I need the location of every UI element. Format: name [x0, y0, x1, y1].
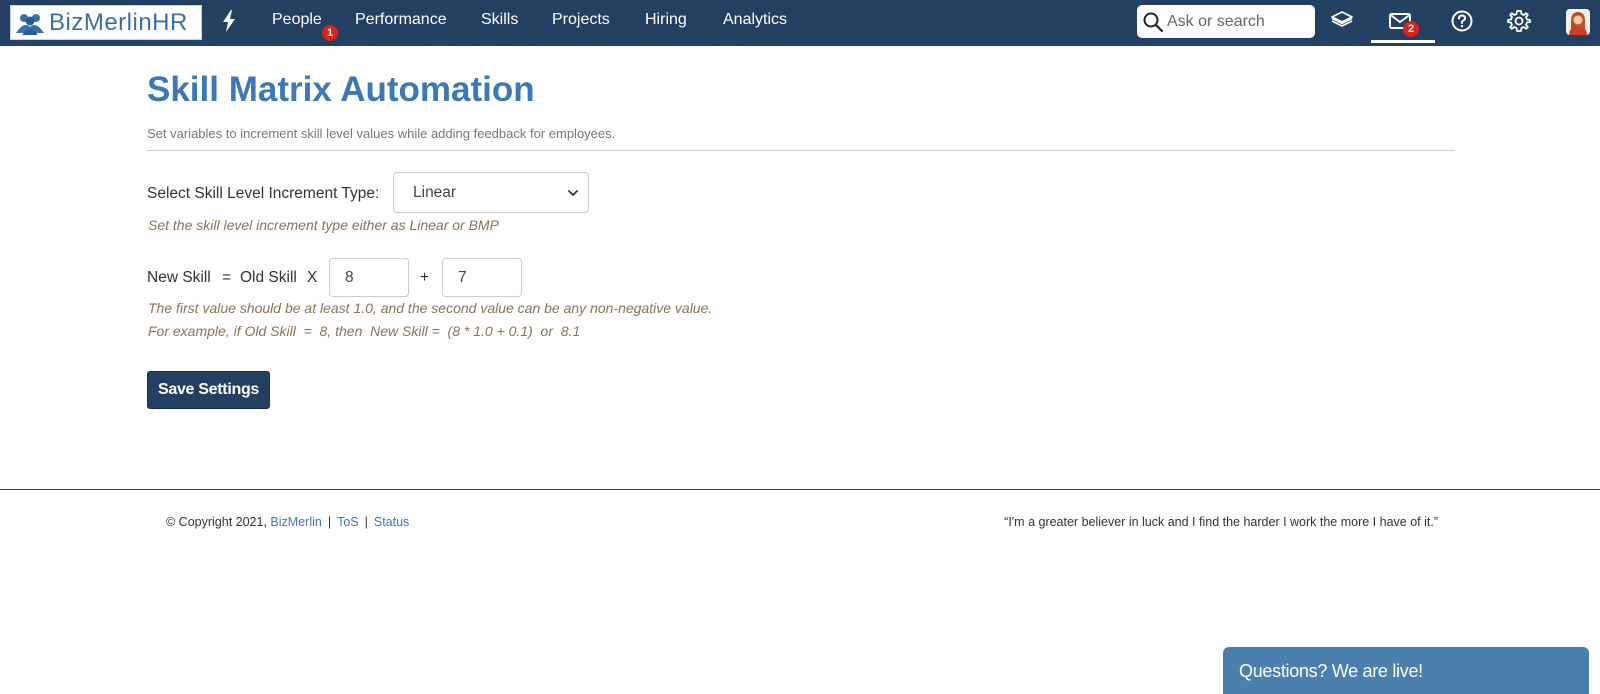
formula-help-line-1: The first value should be at least 1.0, … — [148, 300, 713, 316]
live-chat-widget[interactable]: Questions? We are live! — [1223, 647, 1589, 694]
formula-equals: = — [222, 269, 232, 286]
gear-icon[interactable] — [1507, 9, 1531, 33]
chevron-down-icon — [568, 190, 578, 196]
multiplier-input[interactable] — [329, 258, 409, 297]
footer-quote: “I'm a greater believer in luck and I fi… — [1004, 515, 1438, 529]
help-icon[interactable] — [1450, 9, 1474, 33]
save-settings-button[interactable]: Save Settings — [147, 371, 270, 409]
formula-new-skill: New Skill — [147, 269, 211, 286]
formula-plus: + — [420, 269, 430, 286]
nav-people[interactable]: People — [272, 11, 322, 29]
bolt-icon[interactable] — [219, 9, 239, 33]
nav-hiring[interactable]: Hiring — [645, 11, 687, 29]
top-navbar: BizMerlinHR People 1 Performance Skills … — [0, 0, 1600, 46]
layers-icon[interactable] — [1330, 9, 1354, 33]
people-badge: 1 — [322, 25, 338, 41]
nav-analytics[interactable]: Analytics — [723, 11, 787, 29]
divider — [147, 150, 1455, 151]
tos-link[interactable]: ToS — [337, 515, 359, 529]
page-subtitle: Set variables to increment skill level v… — [147, 126, 616, 141]
mail-active-indicator — [1371, 40, 1435, 43]
increment-type-label: Select Skill Level Increment Type: — [147, 185, 380, 202]
nav-performance[interactable]: Performance — [355, 11, 447, 29]
formula-help-line-2: For example, if Old Skill = 8, then New … — [148, 323, 581, 339]
increment-type-help: Set the skill level increment type eithe… — [148, 217, 499, 233]
status-link[interactable]: Status — [374, 515, 409, 529]
footer-divider — [0, 489, 1600, 490]
company-link[interactable]: BizMerlin — [270, 515, 321, 529]
footer-links: © Copyright 2021, BizMerlin | ToS | Status — [166, 515, 409, 529]
search-input[interactable] — [1167, 12, 1307, 31]
formula-times: X — [307, 269, 318, 286]
logo[interactable]: BizMerlinHR — [10, 5, 202, 40]
logo-text: BizMerlinHR — [49, 8, 188, 36]
nav-projects[interactable]: Projects — [552, 11, 610, 29]
avatar[interactable] — [1566, 9, 1590, 35]
copyright-text: © Copyright 2021, — [166, 515, 267, 529]
search-box[interactable] — [1137, 5, 1315, 38]
increment-type-value: Linear — [413, 183, 457, 201]
increment-type-select[interactable]: Linear — [393, 172, 589, 213]
user-avatar-icon — [1566, 9, 1590, 35]
mail-badge: 2 — [1403, 21, 1419, 37]
search-icon — [1143, 12, 1163, 32]
addend-input[interactable] — [442, 258, 522, 297]
formula-old-skill: Old Skill — [240, 269, 297, 286]
nav-skills[interactable]: Skills — [481, 11, 518, 29]
footer-separator: | — [327, 515, 332, 529]
page-title: Skill Matrix Automation — [147, 70, 535, 109]
footer-separator: | — [364, 515, 368, 529]
people-logo-icon — [16, 13, 44, 35]
